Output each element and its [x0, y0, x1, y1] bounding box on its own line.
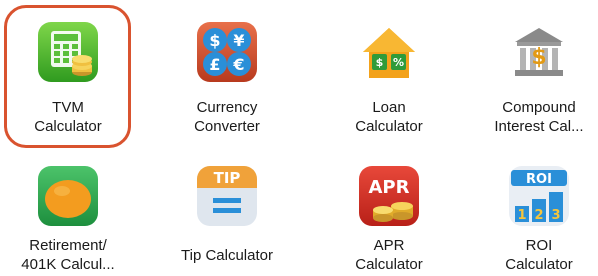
bank-dollar-icon: $	[509, 22, 569, 82]
apr-text: APR	[369, 177, 410, 198]
pound-symbol: £	[209, 55, 220, 74]
app-label-line1: Compound	[502, 99, 576, 116]
app-label: Compound Interest Cal...	[474, 98, 598, 136]
app-label-line1: Loan	[372, 99, 406, 116]
app-label: ROI Calculator	[474, 236, 598, 274]
app-tile-tvm-calculator[interactable]: TVM Calculator	[3, 22, 133, 142]
app-label-line1: TVM	[52, 99, 84, 116]
app-label: Loan Calculator	[324, 98, 454, 136]
app-label: Currency Converter	[162, 98, 292, 136]
yen-symbol: ¥	[233, 31, 244, 50]
app-tile-roi-calculator[interactable]: ROI 1 2 3 ROI Calculator	[474, 166, 598, 276]
digit-three: 3	[551, 208, 560, 223]
app-tile-apr-calculator[interactable]: APR APR Calculator	[324, 166, 454, 276]
app-tile-loan-calculator[interactable]: $ % Loan Calculator	[324, 22, 454, 142]
percent-symbol: %	[393, 56, 404, 69]
tip-text: TIP	[214, 169, 241, 187]
house-percent-icon: $ %	[359, 22, 419, 82]
app-tile-currency-converter[interactable]: $ ¥ £ € Currency Converter	[162, 22, 292, 142]
digit-two: 2	[534, 208, 543, 223]
app-label-line1: Currency	[196, 99, 258, 116]
app-label: TVM Calculator	[3, 98, 133, 136]
app-tile-tip-calculator[interactable]: TIP Tip Calculator	[162, 166, 292, 276]
app-label-line1: Retirement/	[29, 237, 107, 254]
app-tile-retirement-401k-calculator[interactable]: Retirement/ 401K Calcul...	[3, 166, 133, 276]
roi-text: ROI	[526, 172, 552, 187]
calculator-coins-icon	[38, 22, 98, 82]
tip-equals-icon: TIP	[197, 166, 257, 226]
app-label-line2: Converter	[194, 118, 260, 135]
app-label-line2: Calculator	[505, 256, 573, 273]
app-label: Tip Calculator	[162, 246, 292, 265]
app-label-line1: ROI	[525, 237, 553, 254]
app-label-line2: Calculator	[355, 118, 423, 135]
nest-egg-icon	[38, 166, 98, 226]
app-label-line2: Calculator	[355, 256, 423, 273]
app-label-line1: APR	[373, 237, 405, 254]
currency-symbols-icon: $ ¥ £ €	[197, 22, 257, 82]
app-label: Retirement/ 401K Calcul...	[3, 236, 133, 274]
apr-coins-icon: APR	[359, 166, 419, 226]
app-label: APR Calculator	[324, 236, 454, 274]
digit-one: 1	[517, 208, 526, 223]
roi-bars-icon: ROI 1 2 3	[509, 166, 569, 226]
svg-text:$: $	[531, 45, 546, 70]
app-label-line2: 401K Calcul...	[21, 256, 115, 273]
app-label-line2: Interest Cal...	[494, 118, 584, 135]
euro-symbol: €	[232, 55, 244, 74]
app-label-line2: Calculator	[34, 118, 102, 135]
app-tile-compound-interest-calculator[interactable]: $ Compound Interest Cal...	[474, 22, 598, 142]
dollar-symbol: $	[376, 56, 384, 69]
dollar-symbol: $	[209, 31, 220, 50]
app-label-line1: Tip Calculator	[181, 247, 273, 264]
